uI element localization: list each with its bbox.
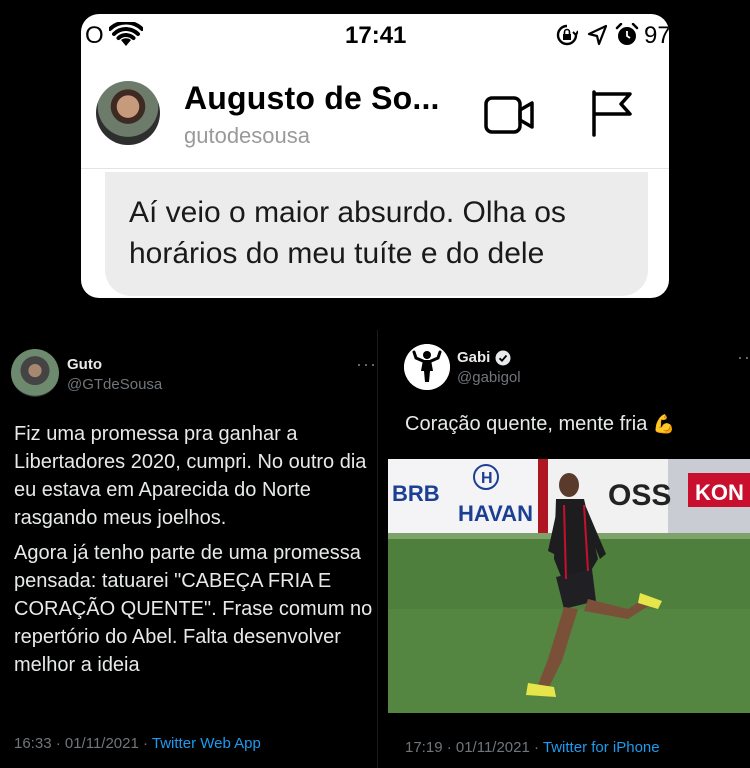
battery-level: 97 <box>644 22 669 49</box>
alarm-clock-icon <box>615 23 639 45</box>
verified-badge-icon <box>495 350 511 366</box>
dm-contact-name[interactable]: Augusto de So... <box>184 80 440 117</box>
gabi-more-options-button[interactable]: ··· <box>737 347 750 368</box>
photo-sign-havan: HAVAN <box>458 501 533 526</box>
guto-tweet-meta: 16:33 · 01/11/2021 · Twitter Web App <box>14 735 261 752</box>
photo-sign-banner-1: OSS <box>608 479 671 512</box>
header-divider <box>81 168 669 169</box>
gabi-display-name[interactable]: Gabi <box>457 349 490 366</box>
lock-rotation-icon <box>556 24 578 46</box>
video-call-icon[interactable] <box>484 94 536 136</box>
dm-message-bubble: Aí veio o maior absurdo. Olha os horário… <box>105 172 648 296</box>
carrier-label: O <box>85 22 104 49</box>
guto-display-name[interactable]: Guto <box>67 356 102 373</box>
gabi-tweet-text: Coração quente, mente fria 💪 <box>405 410 750 438</box>
gabi-tweet-meta: 17:19 · 01/11/2021 · Twitter for iPhone <box>405 739 660 756</box>
gabi-tweet-timestamp[interactable]: 17:19 · 01/11/2021 · <box>405 739 543 756</box>
status-time: 17:41 <box>345 22 407 49</box>
location-arrow-icon <box>587 24 607 46</box>
column-divider <box>377 330 378 768</box>
dm-contact-avatar[interactable] <box>96 81 160 145</box>
flag-icon[interactable] <box>590 89 634 137</box>
guto-tweet-paragraph-2: Agora já tenho parte de uma promessa pen… <box>14 542 373 676</box>
guto-more-options-button[interactable]: ··· <box>356 354 377 375</box>
guto-tweet-source-link[interactable]: Twitter Web App <box>152 735 261 752</box>
gabi-tweet-text-body: Coração quente, mente fria <box>405 413 653 435</box>
guto-tweet-timestamp[interactable]: 16:33 · 01/11/2021 · <box>14 735 152 752</box>
guto-avatar[interactable] <box>11 349 59 397</box>
guto-tweet-paragraph-1: Fiz uma promessa pra ganhar a Libertador… <box>14 423 367 529</box>
photo-sign-banner-2: KON <box>695 480 744 505</box>
flexed-biceps-icon: 💪 <box>652 414 676 434</box>
dm-screenshot-card: O 17:41 97 Augusto de So... gutodesousa <box>81 14 669 298</box>
guto-handle[interactable]: @GTdeSousa <box>67 376 162 393</box>
wifi-icon <box>109 22 143 46</box>
photo-sign-brb: BRB <box>392 481 440 506</box>
dm-message-text: Aí veio o maior absurdo. Olha os horário… <box>129 196 566 270</box>
photo-sign-havan-logo: H <box>481 470 493 487</box>
gabi-avatar[interactable] <box>404 344 450 390</box>
status-bar: O 17:41 97 <box>81 14 669 54</box>
gabi-handle[interactable]: @gabigol <box>457 369 521 386</box>
gabi-tweet-source-link[interactable]: Twitter for iPhone <box>543 739 660 756</box>
dm-contact-handle: gutodesousa <box>184 123 310 148</box>
gabi-tweet-photo[interactable]: BRB H HAVAN OSS KON <box>388 459 750 713</box>
